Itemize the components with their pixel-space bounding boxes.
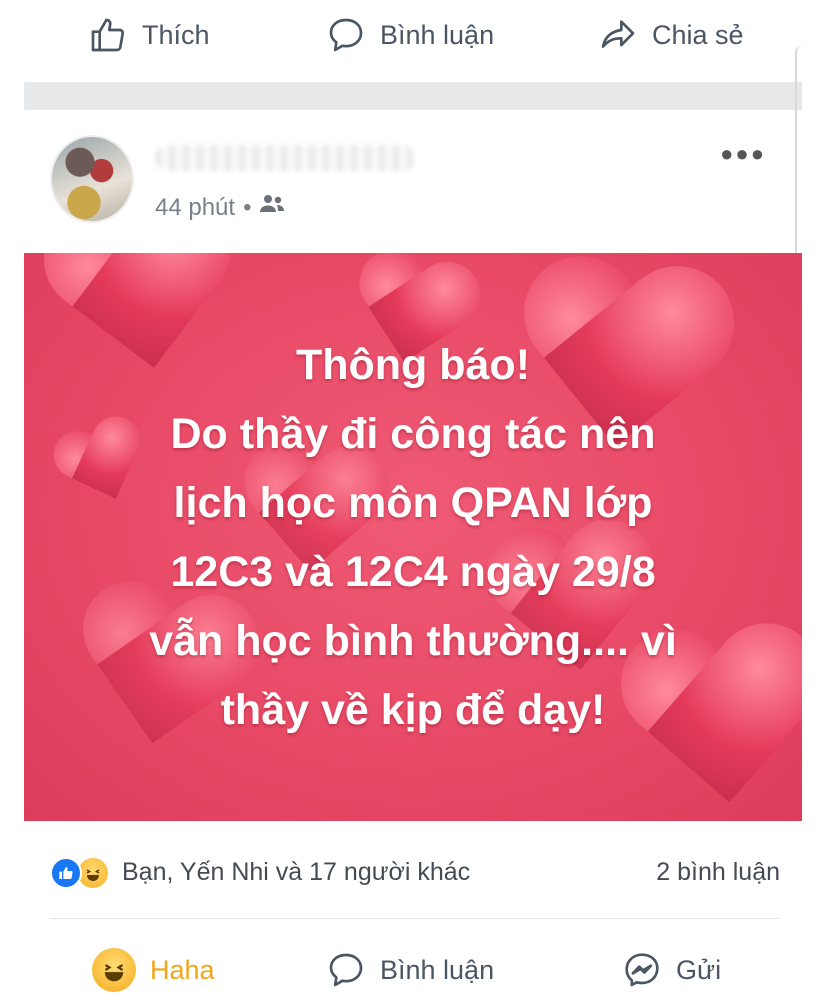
- haha-reaction-button[interactable]: Haha: [92, 948, 215, 992]
- comment-label: Bình luận: [380, 954, 495, 985]
- post-header: 44 phút • ●●●: [50, 135, 790, 230]
- post-text-line: vẫn học bình thường.... vì: [149, 617, 677, 665]
- avatar[interactable]: [50, 135, 134, 223]
- comment-button-bottom[interactable]: Bình luận: [326, 950, 494, 990]
- share-arrow-icon: [598, 15, 638, 55]
- reactions-text[interactable]: Bạn, Yến Nhi và 17 người khác: [122, 858, 470, 887]
- post-announcement-text: Thông báo! Do thầy đi công tác nên lịch …: [24, 331, 802, 745]
- reaction-summary-icons[interactable]: [50, 855, 110, 890]
- top-action-bar: Thích Bình luận Chia sẻ: [0, 0, 828, 70]
- divider: [50, 918, 780, 919]
- post-text-line: Do thầy đi công tác nên: [170, 410, 656, 458]
- post-text-line: thầy về kịp để dạy!: [220, 686, 606, 734]
- like-reaction-icon: [50, 856, 82, 889]
- thumbs-up-icon: [88, 15, 128, 55]
- dot-separator: •: [243, 193, 252, 221]
- post-meta: 44 phút •: [155, 193, 285, 222]
- send-label: Gửi: [676, 954, 722, 985]
- comment-label: Bình luận: [380, 19, 495, 50]
- comment-bubble-icon: [326, 950, 366, 990]
- more-options-icon[interactable]: ●●●: [720, 141, 766, 167]
- haha-label: Haha: [150, 954, 215, 985]
- post-text-line: Thông báo!: [295, 341, 531, 389]
- feed-divider: [24, 82, 802, 110]
- friends-audience-icon[interactable]: [259, 193, 285, 222]
- post-stats: Bạn, Yến Nhi và 17 người khác 2 bình luậ…: [50, 845, 780, 900]
- comment-button[interactable]: Bình luận: [326, 15, 494, 55]
- post-time[interactable]: 44 phút: [155, 194, 235, 222]
- post-text-line: lịch học môn QPAN lớp: [173, 479, 653, 527]
- messenger-icon: [622, 950, 662, 990]
- post-image[interactable]: Thông báo! Do thầy đi công tác nên lịch …: [24, 253, 802, 821]
- send-button[interactable]: Gửi: [622, 950, 721, 990]
- haha-emoji-icon: [92, 948, 136, 992]
- bottom-action-bar: Haha Bình luận Gửi: [0, 935, 828, 1005]
- share-label: Chia sẻ: [652, 19, 744, 50]
- author-name-blurred[interactable]: [155, 145, 415, 171]
- share-button[interactable]: Chia sẻ: [598, 15, 744, 55]
- comments-count[interactable]: 2 bình luận: [656, 858, 780, 887]
- comment-bubble-icon: [326, 15, 366, 55]
- like-button[interactable]: Thích: [88, 15, 210, 55]
- post-text-line: 12C3 và 12C4 ngày 29/8: [170, 548, 656, 596]
- like-label: Thích: [142, 19, 210, 50]
